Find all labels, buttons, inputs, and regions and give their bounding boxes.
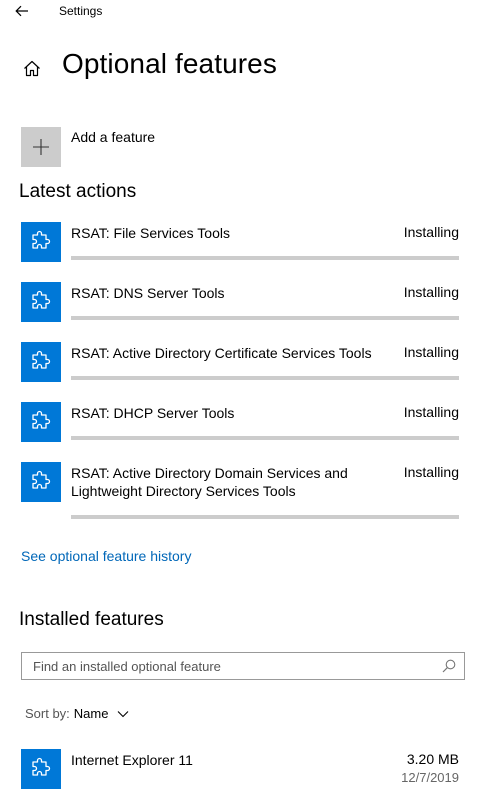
feature-name: RSAT: DNS Server Tools <box>71 285 225 301</box>
puzzle-icon <box>32 470 51 489</box>
progress-bar <box>71 316 459 320</box>
installed-feature-size: 3.20 MB <box>406 751 459 767</box>
progress-bar <box>71 436 459 440</box>
feature-name: RSAT: Active Directory Certificate Servi… <box>71 345 372 361</box>
puzzle-icon <box>32 350 51 369</box>
sort-value[interactable]: Name <box>74 706 109 721</box>
page-title: Optional features <box>62 48 277 79</box>
puzzle-icon <box>32 230 51 249</box>
progress-bar <box>71 256 459 260</box>
back-arrow-icon <box>15 5 28 17</box>
add-feature-button[interactable] <box>21 127 61 167</box>
sort-label: Sort by: <box>25 706 70 721</box>
installed-features-heading: Installed features <box>19 609 164 630</box>
latest-actions-heading: Latest actions <box>19 181 137 202</box>
puzzle-icon <box>32 757 51 776</box>
plus-icon <box>33 139 49 155</box>
chevron-down-icon[interactable] <box>117 710 129 718</box>
feature-name: RSAT: Active Directory Domain Services a… <box>71 465 348 499</box>
feature-tile-icon <box>21 462 61 502</box>
search-input[interactable] <box>22 653 443 679</box>
progress-bar <box>71 515 459 519</box>
sort-dropdown[interactable]: Sort by: Name <box>25 706 129 721</box>
puzzle-icon <box>32 290 51 309</box>
installed-feature-name[interactable]: Internet Explorer 11 <box>71 751 381 769</box>
feature-tile-icon <box>21 222 61 262</box>
search-box[interactable] <box>21 652 465 680</box>
feature-tile-icon <box>21 402 61 442</box>
feature-history-link[interactable]: See optional feature history <box>21 548 191 564</box>
feature-status: Installing <box>403 464 459 480</box>
feature-name: RSAT: File Services Tools <box>71 225 230 241</box>
installed-feature-date: 12/7/2019 <box>401 770 459 785</box>
feature-tile-icon <box>21 342 61 382</box>
back-button[interactable] <box>8 0 36 22</box>
feature-tile-icon <box>21 282 61 322</box>
progress-bar <box>71 376 459 380</box>
search-icon[interactable] <box>442 659 456 673</box>
puzzle-icon <box>32 410 51 429</box>
feature-status: Installing <box>403 224 459 240</box>
feature-status: Installing <box>403 284 459 300</box>
feature-name: RSAT: DHCP Server Tools <box>71 405 235 421</box>
window-title: Settings <box>59 4 103 18</box>
add-feature-label[interactable]: Add a feature <box>71 129 155 145</box>
feature-tile-icon <box>21 749 61 789</box>
home-icon <box>24 60 40 76</box>
feature-status: Installing <box>403 404 459 420</box>
feature-status: Installing <box>403 344 459 360</box>
home-button[interactable] <box>18 55 46 81</box>
